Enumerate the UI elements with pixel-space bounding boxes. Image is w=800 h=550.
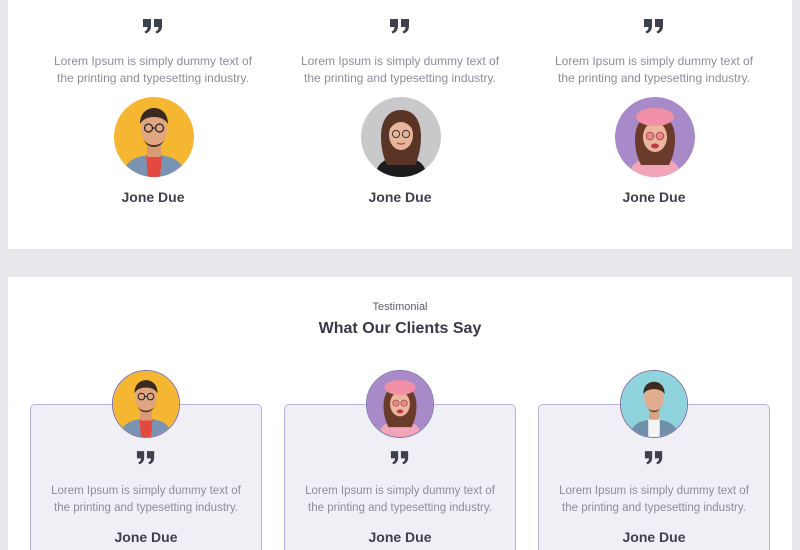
testimonial-text-line: the printing and typesetting industry. — [562, 502, 746, 514]
avatar — [112, 370, 180, 438]
avatar — [361, 97, 441, 177]
avatar — [366, 370, 434, 438]
quote-icon — [527, 18, 781, 42]
testimonial-name: Jone Due — [368, 529, 432, 545]
avatar — [620, 370, 688, 438]
quote-icon — [31, 450, 261, 470]
quote-icon — [26, 18, 280, 42]
testimonial-text: Lorem Ipsum is simply dummy text of the … — [539, 483, 769, 517]
testimonial-name: Jone Due — [114, 529, 178, 545]
avatar — [114, 97, 194, 177]
testimonial-text-line: Lorem Ipsum is simply dummy text of — [554, 54, 754, 68]
testimonial-text: Lorem Ipsum is simply dummy text of the … — [26, 53, 280, 87]
testimonial-text: Lorem Ipsum is simply dummy text of the … — [285, 483, 515, 517]
avatar — [615, 97, 695, 177]
testimonial-text-line: Lorem Ipsum is simply dummy text of — [559, 485, 749, 497]
testimonial-name: Jone Due — [121, 189, 185, 205]
section-eyebrow: Testimonial — [372, 301, 428, 313]
testimonial-text-line: the printing and typesetting industry. — [304, 71, 496, 85]
testimonial-text-line: the printing and typesetting industry. — [57, 71, 249, 85]
testimonial-text-line: Lorem Ipsum is simply dummy text of — [51, 485, 241, 497]
quote-icon — [273, 18, 527, 42]
testimonial-text-line: Lorem Ipsum is simply dummy text of — [53, 54, 253, 68]
clients-say-section: Testimonial What Our Clients Say Lorem I… — [8, 277, 792, 550]
testimonial-text-line: the printing and typesetting industry. — [558, 71, 750, 85]
testimonial-text: Lorem Ipsum is simply dummy text of the … — [273, 53, 527, 87]
testimonial-name: Jone Due — [622, 529, 686, 545]
testimonial-text: Lorem Ipsum is simply dummy text of the … — [527, 53, 781, 87]
testimonial-text-line: Lorem Ipsum is simply dummy text of — [305, 485, 495, 497]
testimonial-text-line: the printing and typesetting industry. — [54, 502, 238, 514]
section-heading: What Our Clients Say — [318, 320, 482, 337]
testimonial-name: Jone Due — [368, 189, 432, 205]
quote-icon — [539, 450, 769, 470]
testimonial-text-line: Lorem Ipsum is simply dummy text of — [300, 54, 500, 68]
testimonial-text: Lorem Ipsum is simply dummy text of the … — [31, 483, 261, 517]
testimonial-text-line: the printing and typesetting industry. — [308, 502, 492, 514]
top-testimonials-panel: Lorem Ipsum is simply dummy text of the … — [8, 0, 792, 249]
testimonial-name: Jone Due — [622, 189, 686, 205]
quote-icon — [285, 450, 515, 470]
